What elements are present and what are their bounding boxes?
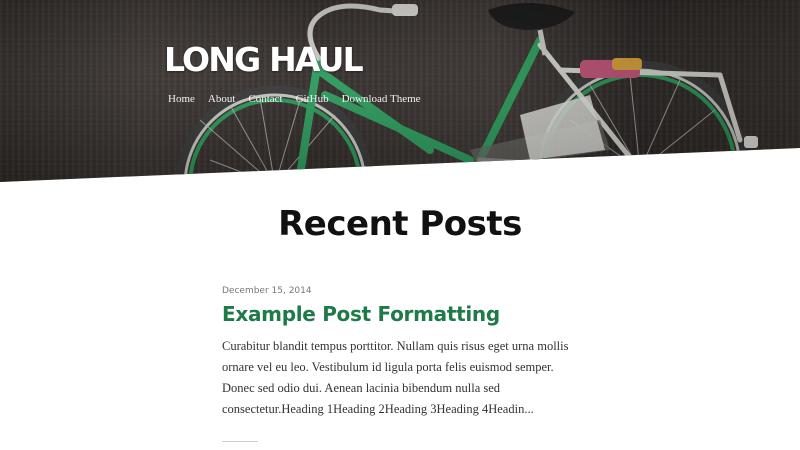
nav-item-contact[interactable]: Contact <box>248 93 282 105</box>
nav-item-home[interactable]: Home <box>168 93 195 105</box>
page-title: Recent Posts <box>278 204 522 244</box>
nav-item-about[interactable]: About <box>208 93 236 105</box>
post-date: December 15, 2014 <box>222 286 312 296</box>
main-navigation: Home About Contact GitHub Download Theme <box>168 93 421 105</box>
post-excerpt: Curabitur blandit tempus porttitor. Null… <box>222 339 569 416</box>
site-title[interactable]: LONG HAUL <box>164 40 364 79</box>
header-overlay <box>0 0 800 182</box>
post-preview: December 15, 2014 Example Post Formattin… <box>222 286 572 420</box>
nav-item-github[interactable]: GitHub <box>296 93 329 105</box>
post-title-link[interactable]: Example Post Formatting <box>222 302 572 326</box>
post-divider <box>222 441 258 442</box>
nav-item-download-theme[interactable]: Download Theme <box>342 93 421 105</box>
site-header: LONG HAUL Home About Contact GitHub Down… <box>0 0 800 182</box>
